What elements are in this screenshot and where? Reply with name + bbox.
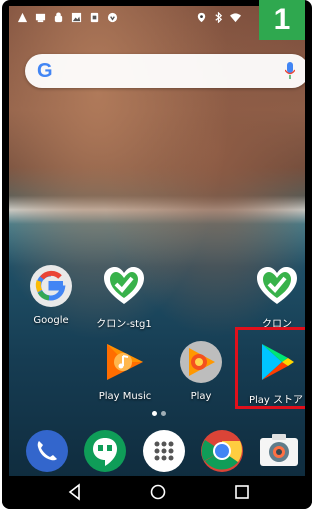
- app-play-games[interactable]: Play: [169, 340, 233, 402]
- phone-frame: G Google クロン-stg1 クロン Play Music Play Pl…: [2, 0, 312, 509]
- home-screen: G Google クロン-stg1 クロン Play Music Play Pl…: [9, 6, 305, 480]
- mic-icon[interactable]: [285, 62, 295, 80]
- app-label: Play Music: [98, 391, 152, 402]
- page-indicator: [152, 411, 166, 416]
- location-icon: [197, 12, 206, 22]
- app-play-music[interactable]: Play Music: [93, 340, 157, 402]
- play-music-icon: [107, 344, 143, 380]
- step-number-badge: 1: [259, 0, 305, 40]
- play-store-highlight-box: [235, 327, 305, 409]
- google-search-bar[interactable]: G: [25, 54, 305, 88]
- app-label: Play: [190, 391, 212, 402]
- bluetooth-icon: [215, 11, 223, 23]
- heart-check-icon: [257, 267, 297, 304]
- sim-icon: [90, 12, 99, 22]
- app-drawer-icon[interactable]: [142, 429, 186, 473]
- hangouts-icon[interactable]: [83, 429, 127, 473]
- settings-notify-icon: [107, 12, 118, 22]
- play-games-icon: [180, 341, 222, 383]
- google-logo: G: [37, 60, 53, 82]
- app-google[interactable]: Google: [19, 264, 83, 326]
- app-label: クロン-stg1: [96, 319, 152, 330]
- navigation-bar: [2, 476, 312, 509]
- app-label: Google: [33, 315, 69, 326]
- notification-icon: [35, 13, 46, 22]
- warning-icon: [17, 12, 28, 22]
- app-cron[interactable]: クロン: [245, 264, 305, 330]
- app-cron-stg1[interactable]: クロン-stg1: [92, 264, 156, 330]
- page-dot-active: [152, 411, 157, 416]
- android-icon: [54, 11, 63, 22]
- google-icon: [30, 265, 72, 307]
- heart-check-icon: [104, 267, 144, 304]
- home-icon[interactable]: [148, 482, 168, 502]
- page-dot: [161, 411, 166, 416]
- image-icon: [71, 12, 82, 22]
- phone-icon[interactable]: [25, 429, 69, 473]
- recents-icon[interactable]: [232, 482, 252, 502]
- camera-icon[interactable]: [257, 429, 301, 473]
- back-icon[interactable]: [65, 482, 85, 502]
- wifi-icon: [230, 12, 241, 22]
- chrome-icon[interactable]: [200, 429, 244, 473]
